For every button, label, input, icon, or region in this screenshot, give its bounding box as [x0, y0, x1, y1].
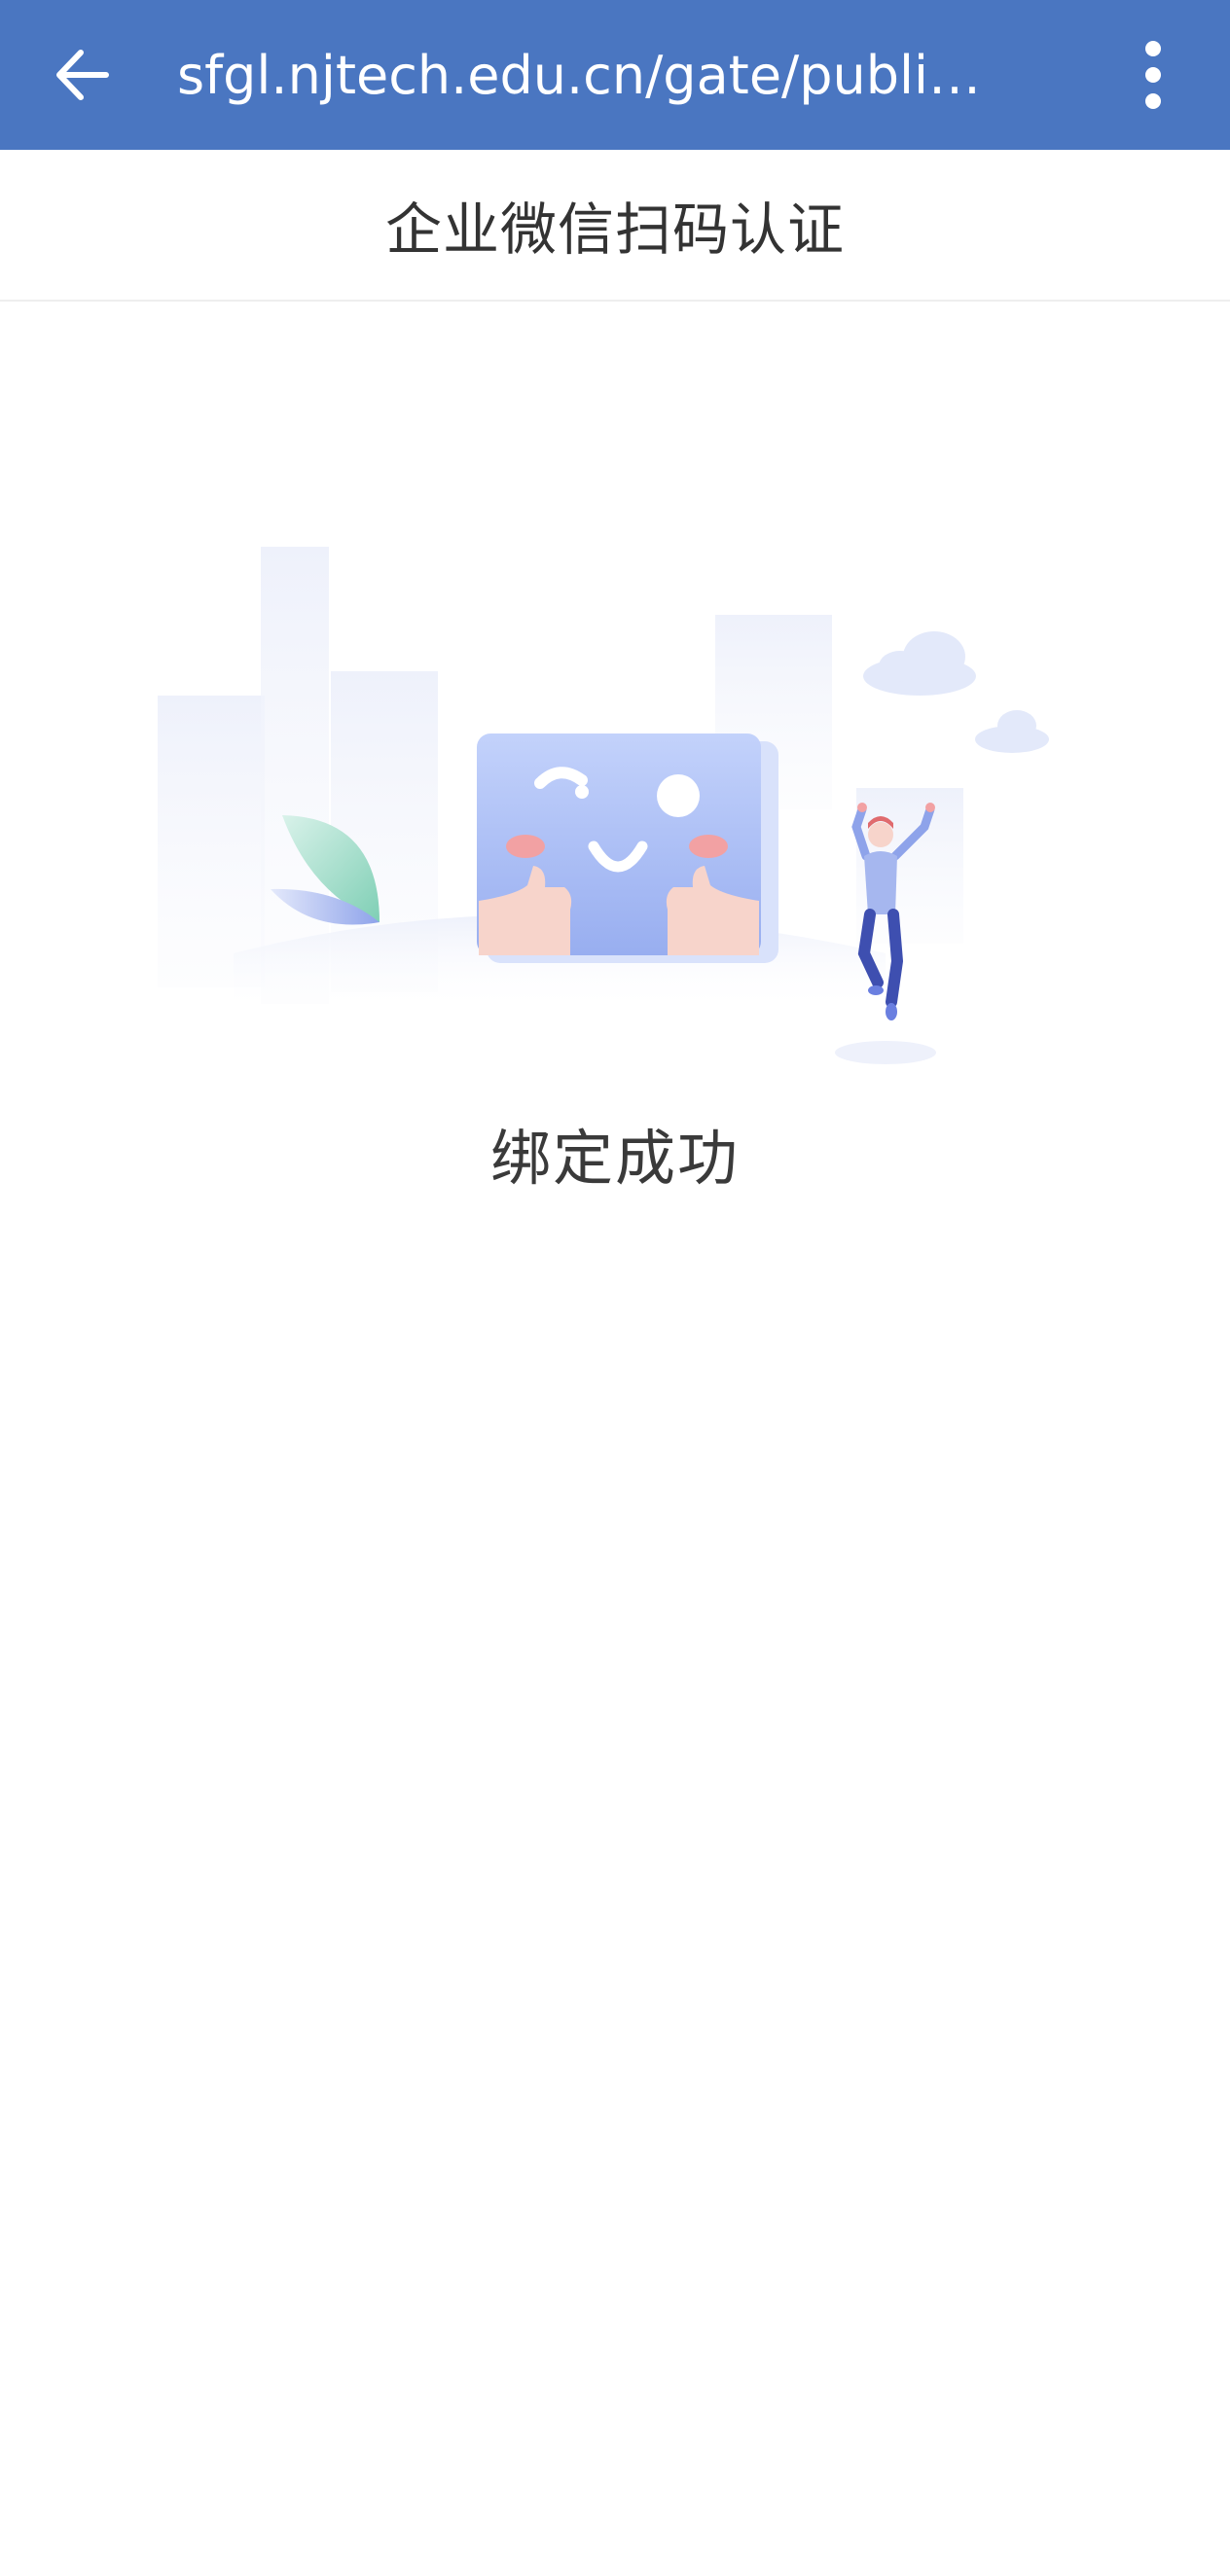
back-button[interactable]	[35, 31, 128, 119]
bind-success-message: 绑定成功	[489, 1123, 740, 1194]
page-header: 企业微信扫码认证	[0, 150, 1230, 302]
url-bar[interactable]: sfgl.njtech.edu.cn/gate/publi…	[177, 37, 1033, 115]
smiley-card	[477, 733, 778, 963]
overflow-menu-button[interactable]	[1111, 31, 1195, 119]
cloud-icon	[863, 631, 1049, 753]
more-vertical-icon	[1145, 41, 1161, 109]
arrow-left-icon	[56, 50, 109, 100]
browser-toolbar: sfgl.njtech.edu.cn/gate/publi…	[0, 0, 1230, 150]
page-title: 企业微信扫码认证	[384, 197, 845, 263]
success-illustration	[158, 547, 1049, 1064]
